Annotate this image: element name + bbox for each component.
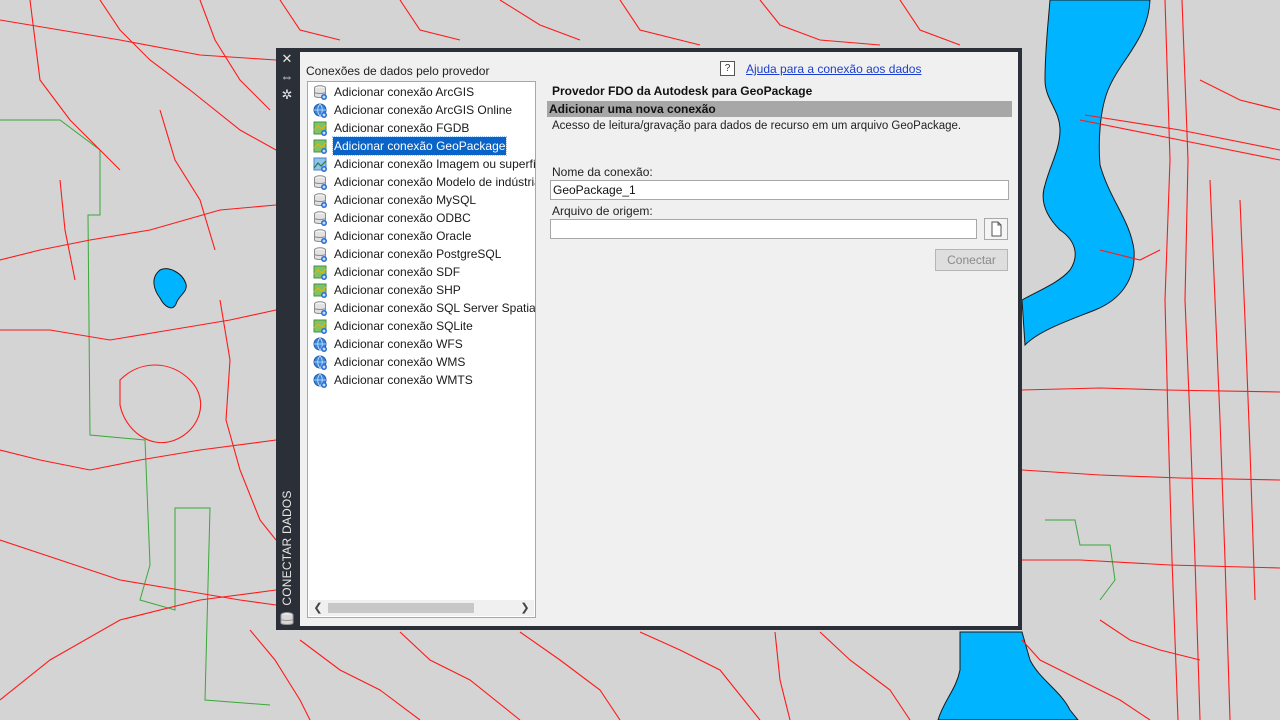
globe-icon [313,355,327,370]
provider-list-item[interactable]: Adicionar conexão MySQL [312,191,535,209]
properties-icon[interactable]: ✲ [279,87,295,103]
database-icon [314,193,327,208]
palette-content: Conexões de dados pelo provedor Adiciona… [300,52,1018,626]
scroll-left-icon[interactable]: ❮ [311,600,325,616]
provider-list-item[interactable]: Adicionar conexão SQL Server Spatial [312,299,536,317]
section-header: Adicionar uma nova conexão [547,101,1012,117]
provider-list-item-label: Adicionar conexão SDF [334,265,461,279]
provider-list-item-label: Adicionar conexão FGDB [334,121,470,135]
provider-list-item-label: Adicionar conexão ODBC [334,211,471,225]
database-icon [280,612,294,625]
provider-list-item-label: Adicionar conexão PostgreSQL [334,247,502,261]
provider-list-item[interactable]: Adicionar conexão SHP [312,281,535,299]
scroll-right-icon[interactable]: ❯ [518,600,532,616]
provider-list-item[interactable]: Adicionar conexão WMS [312,353,535,371]
provider-list-item-label: Adicionar conexão ArcGIS Online [334,103,513,117]
database-icon [314,229,327,244]
browse-file-button[interactable] [984,218,1008,240]
connect-data-palette: ✕ ⇔ ✲ CONECTAR DADOS Conexões de dados p… [276,48,1022,630]
connect-button[interactable]: Conectar [935,249,1008,271]
database-icon [314,211,327,226]
provider-list-item[interactable]: Adicionar conexão Modelo de indústria [312,173,536,191]
provider-list-item-label: Adicionar conexão Oracle [334,229,472,243]
provider-list-item[interactable]: Adicionar conexão ArcGIS [312,83,535,101]
provider-list-item-label: Adicionar conexão SQLite [334,319,473,333]
provider-list-item-label: Adicionar conexão MySQL [334,193,477,207]
raster-icon [313,283,327,298]
image-icon [313,157,327,172]
provider-list-item[interactable]: Adicionar conexão ArcGIS Online [312,101,535,119]
palette-title: CONECTAR DADOS [276,488,298,608]
provider-list-item-label: Adicionar conexão GeoPackage [331,136,508,156]
source-file-label: Arquivo de origem: [552,204,653,218]
database-icon [314,85,327,100]
provider-list-label: Conexões de dados pelo provedor [306,64,490,78]
provider-list-item[interactable]: Adicionar conexão WFS [312,335,535,353]
file-icon [991,221,1002,237]
provider-list[interactable]: Adicionar conexão ArcGIS Adicionar conexã… [307,81,536,618]
raster-icon [313,139,327,154]
provider-list-item[interactable]: Adicionar conexão ODBC [312,209,535,227]
globe-icon [313,373,327,388]
raster-icon [313,319,327,334]
help-icon[interactable]: ? [720,61,735,76]
raster-icon [313,265,327,280]
provider-list-item-label: Adicionar conexão WMTS [334,373,473,387]
provider-list-item-label: Adicionar conexão ArcGIS [334,85,475,99]
globe-icon [313,103,327,118]
raster-icon [313,121,327,136]
database-icon [314,175,327,190]
horizontal-scrollbar[interactable]: ❮ ❯ [309,600,534,616]
provider-list-item[interactable]: Adicionar conexão FGDB [312,119,535,137]
provider-list-item-label: Adicionar conexão Imagem ou superfície [334,157,536,171]
provider-list-item[interactable]: Adicionar conexão Oracle [312,227,535,245]
globe-icon [313,337,327,352]
help-link[interactable]: Ajuda para a conexão aos dados [746,62,921,76]
provider-list-item-label: Adicionar conexão SQL Server Spatial [334,301,536,315]
provider-list-item-label: Adicionar conexão SHP [334,283,461,297]
provider-list-item[interactable]: Adicionar conexão SQLite [312,317,535,335]
provider-list-item-label: Adicionar conexão Modelo de indústria [334,175,536,189]
close-icon[interactable]: ✕ [279,51,295,67]
provider-list-item[interactable]: Adicionar conexão SDF [312,263,535,281]
palette-title-text: CONECTAR DADOS [280,490,294,606]
scrollbar-thumb[interactable] [328,603,474,613]
database-icon [314,247,327,262]
database-icon [314,301,327,316]
provider-list-item[interactable]: Adicionar conexão WMTS [312,371,535,389]
palette-titlebar[interactable]: ✕ ⇔ ✲ CONECTAR DADOS [276,48,298,630]
provider-title: Provedor FDO da Autodesk para GeoPackage [552,84,813,98]
source-file-input[interactable] [550,219,977,239]
autohide-icon[interactable]: ⇔ [279,69,295,85]
provider-list-item[interactable]: Adicionar conexão Imagem ou superfície [312,155,536,173]
provider-list-item[interactable]: Adicionar conexão GeoPackage [312,136,535,156]
provider-description: Acesso de leitura/gravação para dados de… [552,120,962,132]
provider-list-item-label: Adicionar conexão WMS [334,355,466,369]
connection-name-input[interactable] [550,180,1009,200]
provider-list-item[interactable]: Adicionar conexão PostgreSQL [312,245,535,263]
provider-list-item-label: Adicionar conexão WFS [334,337,463,351]
connection-name-label: Nome da conexão: [552,165,653,179]
